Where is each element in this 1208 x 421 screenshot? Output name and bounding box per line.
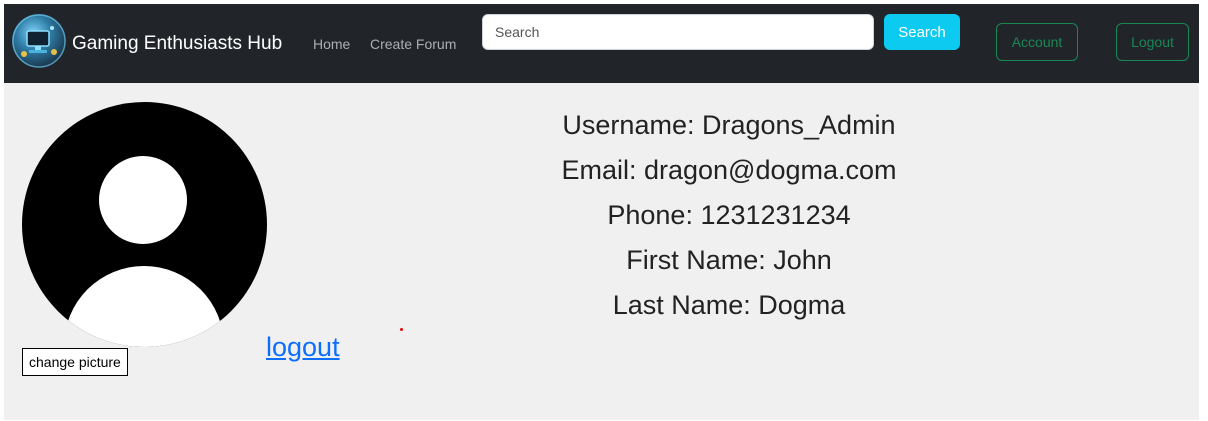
- profile-page: Gaming Enthusiasts Hub Home Create Forum…: [0, 0, 1208, 421]
- logout-link[interactable]: logout: [266, 331, 340, 363]
- profile-info: Username: Dragons_Admin Email: dragon@do…: [424, 103, 1034, 328]
- first-name-text: First Name: John: [626, 245, 832, 275]
- brand-title[interactable]: Gaming Enthusiasts Hub: [72, 32, 282, 56]
- red-dot: [400, 328, 403, 331]
- logout-button[interactable]: Logout: [1116, 23, 1189, 61]
- username-text: Username: Dragons_Admin: [562, 110, 896, 140]
- navbar: Gaming Enthusiasts Hub Home Create Forum…: [4, 4, 1199, 83]
- nav-link-create-forum[interactable]: Create Forum: [370, 35, 456, 53]
- phone-text: Phone: 1231231234: [607, 200, 851, 230]
- avatar-body: [64, 266, 224, 347]
- profile-content: change picture logout Username: Dragons_…: [4, 83, 1199, 420]
- search-input[interactable]: [482, 14, 874, 50]
- default-user-avatar-icon: [22, 102, 267, 347]
- search-button[interactable]: Search: [884, 14, 960, 50]
- gaming-logo-icon[interactable]: [12, 14, 66, 68]
- email-text: Email: dragon@dogma.com: [561, 155, 897, 185]
- avatar-head: [99, 156, 187, 244]
- last-name-text: Last Name: Dogma: [612, 290, 846, 320]
- change-picture-button[interactable]: change picture: [22, 348, 128, 376]
- nav-link-home[interactable]: Home: [313, 35, 350, 53]
- account-button[interactable]: Account: [996, 23, 1078, 61]
